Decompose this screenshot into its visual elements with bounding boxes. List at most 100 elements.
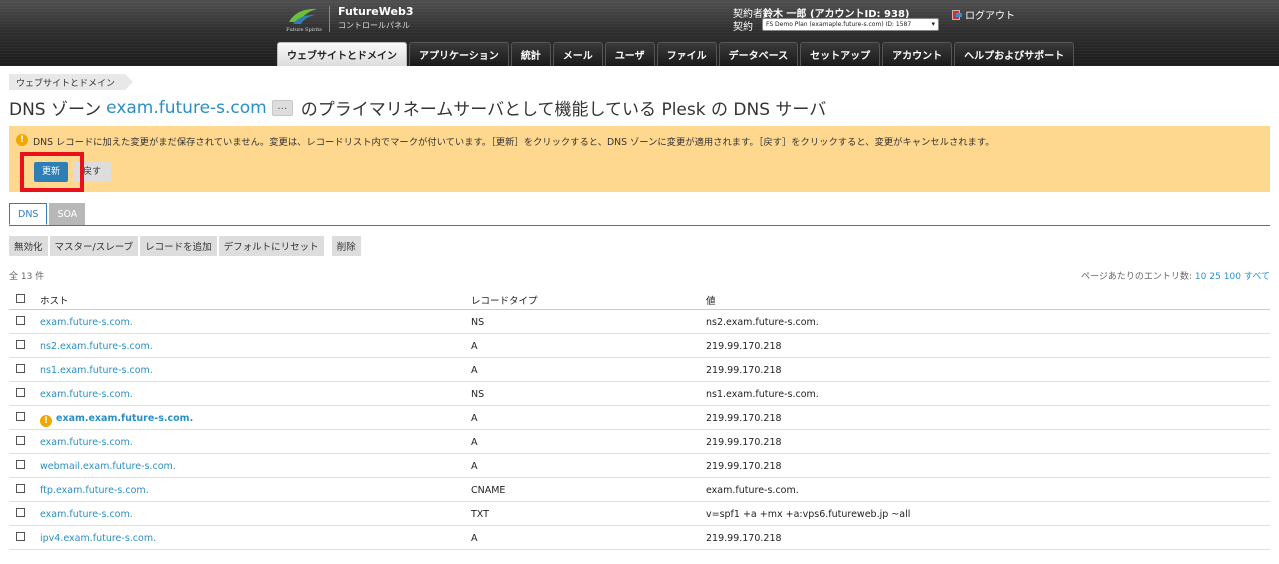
table-row: exam.future-s.com. NS ns1.exam.future-s.… [9, 382, 1270, 406]
row-checkbox[interactable] [16, 460, 25, 469]
row-value: ns1.exam.future-s.com. [706, 389, 819, 400]
total-count: 全 13 件 [9, 272, 45, 282]
update-button-highlight [20, 152, 84, 192]
row-host-link[interactable]: ipv4.exam.future-s.com. [40, 533, 156, 544]
title-domain-link[interactable]: exam.future-s.com [106, 98, 267, 118]
modified-warning-icon: ! [40, 415, 52, 427]
main-nav: ウェブサイトとドメイン アプリケーション 統計 メール ユーザ ファイル データ… [277, 42, 1076, 66]
table-row: ns2.exam.future-s.com. A 219.99.170.218 [9, 334, 1270, 358]
nav-tab-account[interactable]: アカウント [882, 42, 953, 66]
disable-button[interactable]: 無効化 [9, 236, 48, 256]
row-value: 219.99.170.218 [706, 413, 782, 424]
warning-text: DNS レコードに加えた変更がまだ保存されていません。変更は、レコードリスト内で… [33, 137, 995, 148]
row-type: A [471, 437, 478, 448]
tab-dns[interactable]: DNS [9, 203, 48, 225]
logo-text: Future Spirits [286, 27, 322, 33]
page-size-10[interactable]: 10 [1195, 272, 1206, 282]
dns-records-table: ホスト レコードタイプ 値 exam.future-s.com. NS ns2.… [9, 287, 1270, 550]
master-slave-button[interactable]: マスター/スレーブ [49, 236, 139, 256]
table-row: ipv4.exam.future-s.com. A 219.99.170.218 [9, 526, 1270, 550]
row-checkbox[interactable] [16, 316, 25, 325]
header-value[interactable]: 値 [706, 293, 716, 307]
row-value: v=spf1 +a +mx +a:vps6.futureweb.jp ~all [706, 509, 911, 520]
row-host-link[interactable]: ftp.exam.future-s.com. [40, 485, 149, 496]
tab-soa[interactable]: SOA [49, 203, 86, 225]
row-host-link[interactable]: exam.future-s.com. [40, 317, 133, 328]
row-checkbox[interactable] [16, 484, 25, 493]
nav-tab-files[interactable]: ファイル [656, 42, 717, 66]
row-value: 219.99.170.218 [706, 533, 782, 544]
row-checkbox[interactable] [16, 364, 25, 373]
table-row: ftp.exam.future-s.com. CNAME exam.future… [9, 478, 1270, 502]
row-checkbox[interactable] [16, 436, 25, 445]
row-checkbox[interactable] [16, 508, 25, 517]
row-host-link[interactable]: exam.future-s.com. [40, 509, 133, 520]
nav-tab-mail[interactable]: メール [552, 42, 603, 66]
future-spirits-logo-icon [289, 8, 317, 24]
brand-divider [329, 6, 330, 32]
row-value: exam.future-s.com. [706, 485, 799, 496]
header-type[interactable]: レコードタイプ [471, 293, 538, 307]
row-value: 219.99.170.218 [706, 437, 782, 448]
top-header: Future Spirits FutureWeb3 コントロールパネル 契約者鈴… [0, 0, 1279, 66]
contract-label: 契約 [733, 22, 753, 33]
page-size-all[interactable]: すべて [1244, 272, 1270, 282]
row-type: CNAME [471, 485, 506, 496]
table-row: ns1.exam.future-s.com. A 219.99.170.218 [9, 358, 1270, 382]
nav-tab-statistics[interactable]: 統計 [510, 42, 551, 66]
add-record-button[interactable]: レコードを追加 [140, 236, 217, 256]
title-suffix: のプライマリネームサーバとして機能している Plesk の DNS サーバ [300, 100, 827, 120]
nav-tab-applications[interactable]: アプリケーション [409, 42, 509, 66]
nav-tab-users[interactable]: ユーザ [604, 42, 655, 66]
logout-label: ログアウト [965, 11, 1015, 22]
title-prefix: DNS ゾーン [9, 100, 102, 120]
brand-title: FutureWeb3 [338, 5, 414, 18]
nav-tab-help-support[interactable]: ヘルプおよびサポート [954, 42, 1075, 66]
row-value: ns2.exam.future-s.com. [706, 317, 819, 328]
chevron-down-icon: ▾ [931, 20, 935, 28]
reset-default-button[interactable]: デフォルトにリセット [218, 236, 324, 256]
page-size-25[interactable]: 25 [1209, 272, 1220, 282]
brand-subtitle: コントロールパネル [338, 21, 410, 30]
row-type: A [471, 341, 478, 352]
nav-tab-databases[interactable]: データベース [718, 42, 799, 66]
page-size-label: ページあたりのエントリ数: [1081, 272, 1192, 282]
record-toolbar: 無効化 マスター/スレーブ レコードを追加 デフォルトにリセット 削除 [9, 236, 363, 256]
row-checkbox[interactable] [16, 532, 25, 541]
row-checkbox[interactable] [16, 412, 25, 421]
page-size-100[interactable]: 100 [1224, 272, 1241, 282]
table-row: webmail.exam.future-s.com. A 219.99.170.… [9, 454, 1270, 478]
logo[interactable]: Future Spirits [283, 4, 325, 36]
row-checkbox[interactable] [16, 340, 25, 349]
page-size-selector: ページあたりのエントリ数: 10 25 100 すべて [1081, 269, 1270, 282]
row-host-link[interactable]: exam.future-s.com. [40, 389, 133, 400]
row-host-link[interactable]: exam.exam.future-s.com. [56, 413, 193, 424]
row-type: A [471, 461, 478, 472]
nav-tab-websites-domains[interactable]: ウェブサイトとドメイン [277, 42, 407, 66]
delete-button[interactable]: 削除 [331, 236, 361, 256]
table-row-modified: ! exam.exam.future-s.com. A 219.99.170.21… [9, 406, 1270, 430]
table-row: exam.future-s.com. NS ns2.exam.future-s.… [9, 310, 1270, 334]
nav-tab-setup[interactable]: セットアップ [800, 42, 881, 66]
row-host-link[interactable]: webmail.exam.future-s.com. [40, 461, 176, 472]
row-host-link[interactable]: exam.future-s.com. [40, 437, 133, 448]
page-title: DNS ゾーン exam.future-s.com … のプライマリネームサーバ… [9, 95, 827, 121]
row-host-link[interactable]: ns1.exam.future-s.com. [40, 365, 153, 376]
logout-icon [952, 10, 962, 20]
logout-link[interactable]: ログアウト [952, 7, 1015, 22]
row-host-link[interactable]: ns2.exam.future-s.com. [40, 341, 153, 352]
row-checkbox[interactable] [16, 388, 25, 397]
contract-select[interactable]: FS Demo Plan (examaple.future-s.com) ID:… [762, 18, 939, 31]
row-type: TXT [471, 509, 489, 520]
select-all-checkbox[interactable] [16, 294, 25, 303]
tab-divider [9, 225, 1270, 226]
unsaved-changes-warning: ! DNS レコードに加えた変更がまだ保存されていません。変更は、レコードリスト… [9, 126, 1270, 192]
table-row: exam.future-s.com. TXT v=spf1 +a +mx +a:… [9, 502, 1270, 526]
row-type: A [471, 533, 478, 544]
row-host-cell: ! exam.exam.future-s.com. [40, 413, 193, 427]
header-host[interactable]: ホスト [40, 293, 69, 307]
breadcrumb-item: ウェブサイトとドメイン [16, 78, 116, 89]
more-button[interactable]: … [271, 99, 293, 116]
breadcrumb[interactable]: ウェブサイトとドメイン [9, 74, 134, 90]
row-value: 219.99.170.218 [706, 365, 782, 376]
